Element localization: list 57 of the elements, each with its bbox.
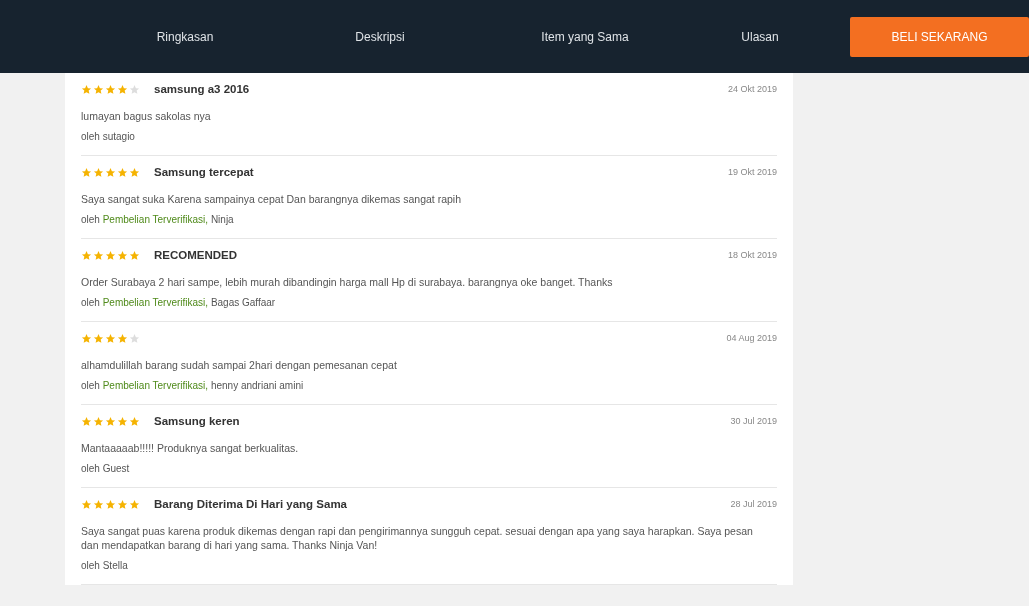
star-icon xyxy=(129,415,140,427)
star-icon xyxy=(117,415,128,427)
star-icon xyxy=(105,249,116,261)
nav-tab[interactable]: Ringkasan xyxy=(80,23,290,50)
star-icon xyxy=(129,498,140,510)
review-title: Samsung keren xyxy=(154,415,240,427)
review-date: 18 Okt 2019 xyxy=(727,250,777,260)
star-icon xyxy=(81,332,92,344)
review-author: oleh Stella xyxy=(81,560,129,571)
star-icon xyxy=(129,332,140,344)
star-icon xyxy=(93,415,104,427)
star-icon xyxy=(81,166,92,178)
nav-tab[interactable]: Deskripsi xyxy=(290,23,470,50)
review-text: Saya sangat suka Karena sampainya cepat Dan barangnya dikemas sangat rapih xyxy=(81,192,462,206)
review-title: Samsung tercepat xyxy=(154,166,254,178)
review-date: 30 Jul 2019 xyxy=(730,416,777,426)
nav-tab[interactable]: Item yang Sama xyxy=(470,23,700,50)
review-text: lumayan bagus sakolas nya xyxy=(81,109,212,123)
star-icon xyxy=(93,83,104,95)
review-author: oleh sutagio xyxy=(81,131,136,142)
review-text: alhamdulillah barang sudah sampai 2hari dengan pemesanan cepat xyxy=(81,358,398,372)
star-icon xyxy=(105,83,116,95)
review-text: Mantaaaaab!!!!! Produknya sangat berkualitas. xyxy=(81,441,300,455)
star-icon xyxy=(129,249,140,261)
star-icon xyxy=(93,166,104,178)
review-date: 24 Okt 2019 xyxy=(727,84,777,94)
star-icon xyxy=(81,249,92,261)
review-date: 28 Jul 2019 xyxy=(730,499,777,509)
star-icon xyxy=(105,498,116,510)
star-icon xyxy=(81,83,92,95)
star-icon xyxy=(117,249,128,261)
star-icon xyxy=(129,83,140,95)
review-text: Order Surabaya 2 hari sampe, lebih murah dibandingin harga mall Hp di surabaya. barangnya oke banget. Thanks xyxy=(81,275,614,289)
star-icon xyxy=(117,332,128,344)
star-icon xyxy=(81,415,92,427)
review-title: Barang Diterima Di Hari yang Sama xyxy=(154,498,347,510)
review-author: oleh Pembelian Terverifikasi, henny andriani amini xyxy=(81,380,305,391)
star-icon xyxy=(93,332,104,344)
star-icon xyxy=(129,166,140,178)
star-icon xyxy=(105,166,116,178)
review-title: RECOMENDED xyxy=(154,249,238,261)
review-text: Saya sangat puas karena produk dikemas dengan rapi dan pengirimannya sungguh cepat. sesuai dengan apa yang saya harapkan. Saya pesan dan mendapatkan barang di hari yang sama. Thanks Ninja Van! xyxy=(81,524,754,552)
star-icon xyxy=(93,498,104,510)
star-icon xyxy=(117,498,128,510)
star-icon xyxy=(93,249,104,261)
review-author: oleh Guest xyxy=(81,463,131,474)
star-icon xyxy=(81,498,92,510)
star-icon xyxy=(117,166,128,178)
review-author: oleh Pembelian Terverifikasi, Bagas Gaffaar xyxy=(81,297,277,308)
star-icon xyxy=(117,83,128,95)
review-date: 19 Okt 2019 xyxy=(727,167,777,177)
nav-tab[interactable]: Ulasan xyxy=(700,23,820,50)
review-author: oleh Pembelian Terverifikasi, Ninja xyxy=(81,214,235,225)
review-title: samsung a3 2016 xyxy=(154,83,250,95)
star-icon xyxy=(105,332,116,344)
star-icon xyxy=(105,415,116,427)
review-date: 04 Aug 2019 xyxy=(726,333,777,343)
